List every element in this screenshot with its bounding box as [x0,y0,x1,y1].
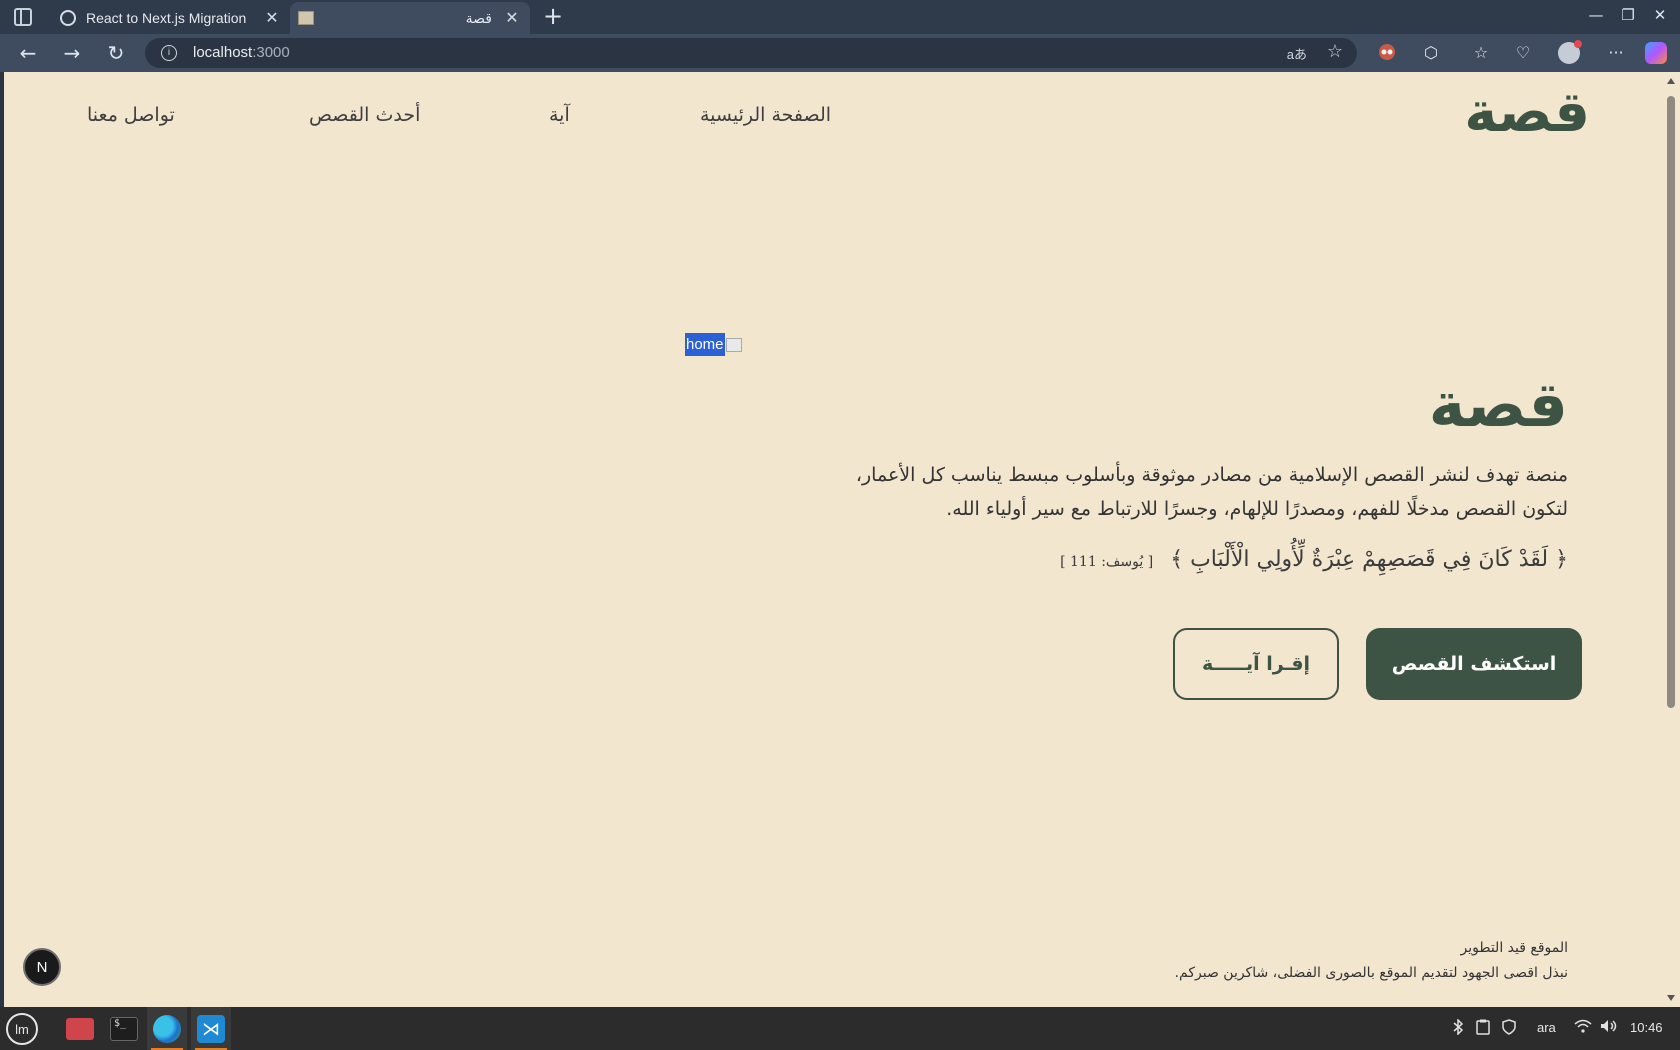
extension-badge-icon[interactable] [1376,42,1398,64]
chatgpt-favicon-icon [60,10,76,26]
explore-stories-button[interactable]: استكشف القصص [1366,628,1582,700]
volume-icon[interactable] [1600,1019,1618,1036]
close-window-button[interactable]: ✕ [1646,6,1674,24]
read-verse-button[interactable]: إقـرا آيـــــة [1173,628,1339,700]
hero-image-broken: home [685,333,742,356]
broken-image-icon [725,337,742,352]
clock[interactable]: 10:46 [1630,1020,1663,1035]
restore-button[interactable]: ❐ [1614,6,1642,24]
taskbar-edge[interactable] [147,1007,187,1050]
verse-text: ﴿ لَقَدْ كَانَ فِي قَصَصِهِمْ عِبْرَةٌ ل… [1170,547,1568,572]
page-viewport: قصة الصفحة الرئيسية آية أحدث القصص تواصل… [4,72,1662,1007]
image-favicon-icon [298,11,314,25]
os-taskbar: lm $_ ⋊ ara 10:46 [0,1007,1680,1050]
keyboard-layout-indicator[interactable]: ara [1537,1020,1556,1035]
sidebar-toggle-icon[interactable] [14,8,32,26]
footer-status: الموقع قيد التطوير [1460,940,1568,956]
terminal-icon: $_ [110,1016,138,1041]
url-port: :3000 [252,44,290,61]
tab-react-migration[interactable]: React to Next.js Migration ✕ [50,2,290,34]
reload-button[interactable]: ↻ [102,40,130,66]
wifi-icon[interactable] [1574,1019,1592,1036]
translate-icon[interactable]: aあ [1287,44,1307,63]
site-logo[interactable]: قصة [1464,80,1590,145]
taskbar-terminal[interactable]: $_ [104,1007,144,1050]
shield-icon[interactable] [1502,1019,1516,1038]
more-menu-icon[interactable]: ··· [1605,42,1627,64]
hero-title: قصة [1428,368,1568,441]
taskbar-vscode[interactable]: ⋊ [191,1007,231,1050]
scrollbar-thumb[interactable] [1667,96,1675,708]
tab-qissa[interactable]: قصة ✕ [290,2,530,34]
tab-title: قصة [465,9,492,26]
browser-tab-bar: React to Next.js Migration ✕ قصة ✕ + — ❐… [0,0,1680,34]
scroll-down-icon[interactable] [1667,995,1675,1001]
page-scrollbar[interactable] [1662,72,1680,1007]
copilot-icon[interactable] [1645,42,1667,64]
minimize-button[interactable]: — [1582,6,1610,24]
verse-reference: [ يُوسف: 111 ] [1060,554,1154,570]
edge-browser-icon [153,1014,181,1043]
taskbar-files[interactable] [60,1007,100,1050]
folder-icon [66,1017,94,1040]
start-menu-button[interactable]: lm [6,1013,38,1045]
vscode-icon: ⋊ [197,1014,225,1043]
forward-button[interactable]: → [58,40,86,66]
back-button[interactable]: ← [14,40,42,66]
nextjs-dev-badge[interactable]: N [23,948,61,986]
bluetooth-icon[interactable] [1452,1018,1464,1038]
nav-link-verse[interactable]: آية [549,104,570,126]
favorites-icon[interactable]: ☆ [1470,42,1492,64]
hero-description: منصة تهدف لنشر القصص الإسلامية من مصادر … [855,464,1568,520]
tab-close-icon[interactable]: ✕ [262,8,282,28]
nav-link-latest-stories[interactable]: أحدث القصص [309,104,420,126]
browser-toolbar: ← → ↻ i localhost:3000 aあ ☆ ⬡ ☆ ♡ ··· [0,34,1680,72]
scroll-up-icon[interactable] [1667,78,1675,84]
browser-essentials-icon[interactable]: ♡ [1512,42,1534,64]
hero-verse: ﴿ لَقَدْ كَانَ فِي قَصَصِهِمْ عِبْرَةٌ ل… [1060,547,1568,572]
extensions-icon[interactable]: ⬡ [1420,42,1442,64]
url-text[interactable]: localhost:3000 [193,44,290,61]
address-bar[interactable]: i localhost:3000 aあ ☆ [145,38,1357,68]
clipboard-icon[interactable] [1476,1019,1490,1038]
nav-link-contact[interactable]: تواصل معنا [87,104,175,126]
footer-note: نبذل اقصى الجهود لتقديم الموقع بالصورى ا… [1174,965,1568,981]
profile-avatar[interactable] [1558,40,1582,64]
tab-title: React to Next.js Migration [86,10,247,26]
hero-image-alt-text: home [685,333,725,356]
new-tab-button[interactable]: + [540,4,566,30]
url-host: localhost [193,44,253,61]
favorite-star-icon[interactable]: ☆ [1327,41,1343,62]
tab-close-icon[interactable]: ✕ [502,8,522,28]
nav-link-home[interactable]: الصفحة الرئيسية [700,104,831,126]
site-info-icon[interactable]: i [161,45,177,61]
